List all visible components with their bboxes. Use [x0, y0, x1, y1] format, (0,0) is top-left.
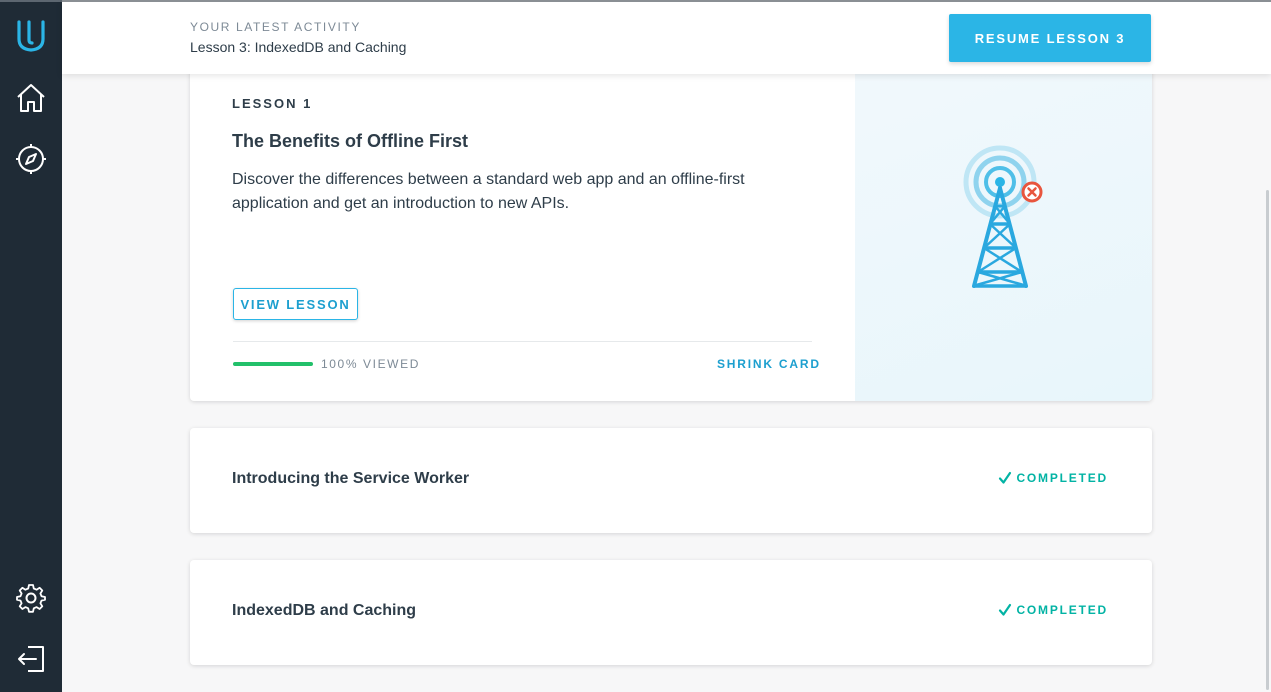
lesson-card[interactable]: Introducing the Service Worker COMPLETED — [190, 428, 1152, 533]
latest-activity-bar: YOUR LATEST ACTIVITY Lesson 3: IndexedDB… — [62, 0, 1271, 74]
sidebar — [0, 0, 62, 692]
lesson-description: Discover the differences between a stand… — [232, 171, 745, 212]
lesson-card[interactable]: IndexedDB and Caching COMPLETED — [190, 560, 1152, 665]
logout-icon[interactable] — [13, 641, 49, 677]
checkmark-icon — [999, 471, 1012, 484]
lesson-number: LESSON 1 — [232, 96, 313, 111]
status-label: COMPLETED — [1016, 603, 1108, 617]
scrollbar-thumb[interactable] — [1266, 190, 1269, 690]
progress-bar — [233, 362, 313, 366]
view-lesson-button[interactable]: VIEW LESSON — [233, 288, 358, 320]
shrink-card-link[interactable]: SHRINK CARD — [717, 357, 821, 371]
activity-label: YOUR LATEST ACTIVITY — [190, 20, 361, 34]
lesson-title: IndexedDB and Caching — [232, 602, 417, 619]
home-icon[interactable] — [13, 80, 49, 116]
lesson-illustration — [855, 60, 1152, 401]
progress-text: 100% VIEWED — [321, 357, 420, 371]
card-divider — [233, 341, 812, 342]
activity-title: Lesson 3: IndexedDB and Caching — [190, 39, 407, 55]
udacity-logo-icon[interactable] — [13, 18, 49, 54]
completed-status: COMPLETED — [998, 603, 1108, 617]
lesson-title: Introducing the Service Worker — [232, 470, 470, 487]
lesson-card-expanded: LESSON 1 The Benefits of Offline First D… — [190, 60, 1152, 401]
gear-icon[interactable] — [13, 580, 49, 616]
resume-lesson-button[interactable]: RESUME LESSON 3 — [949, 14, 1151, 62]
checkmark-icon — [999, 603, 1012, 616]
status-label: COMPLETED — [1016, 471, 1108, 485]
radio-tower-offline-icon — [963, 145, 1043, 288]
progress-fill — [233, 362, 313, 366]
completed-status: COMPLETED — [998, 471, 1108, 485]
lesson-title: The Benefits of Offline First — [232, 131, 469, 151]
compass-icon[interactable] — [13, 141, 49, 177]
